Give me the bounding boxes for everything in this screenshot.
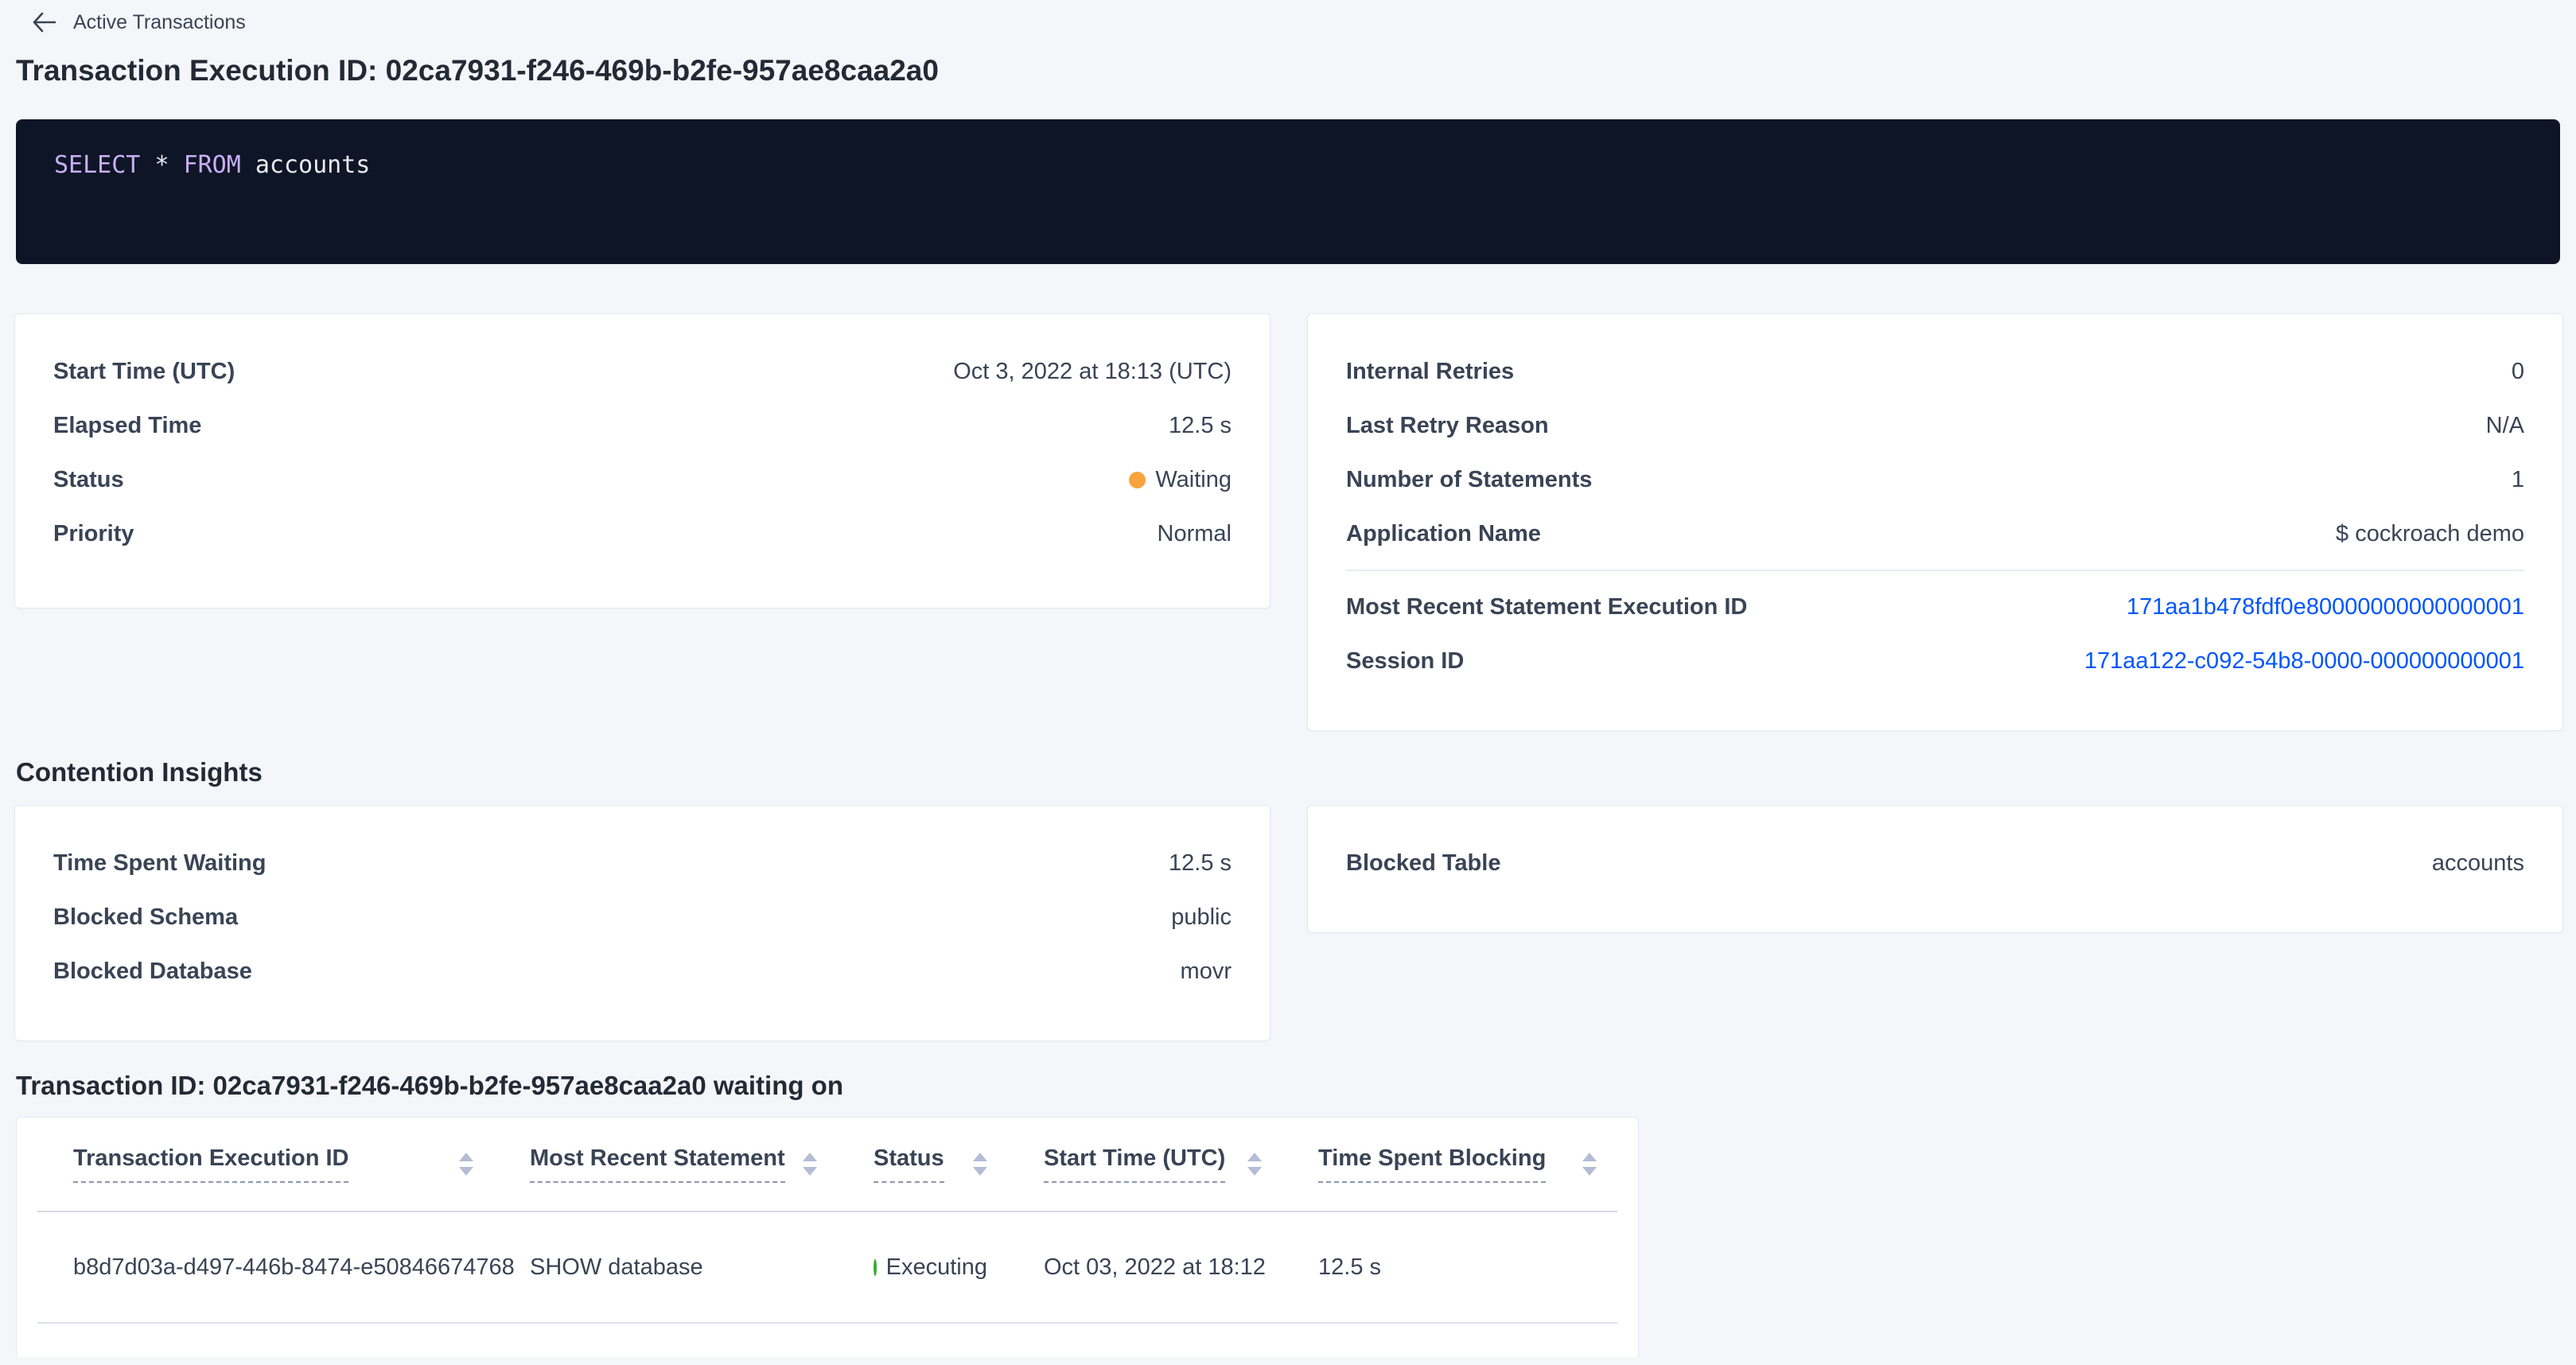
row-value: Normal	[1158, 521, 1232, 547]
details-row-statement-execution-id: Most Recent Statement Execution ID 171aa…	[1308, 580, 2562, 634]
summary-row-elapsed-time: Elapsed Time 12.5 s	[15, 399, 1270, 453]
row-value: Oct 3, 2022 at 18:13 (UTC)	[953, 359, 1232, 385]
row-value: movr	[1181, 959, 1232, 985]
row-value: 12.5 s	[1169, 413, 1232, 439]
status-waiting-dot-icon	[1129, 472, 1146, 488]
transaction-details-card: Internal Retries 0 Last Retry Reason N/A…	[1307, 313, 2563, 731]
contention-left-card: Time Spent Waiting 12.5 s Blocked Schema…	[14, 805, 1270, 1041]
column-header-most-recent-statement[interactable]: Most Recent Statement	[494, 1118, 838, 1211]
execution-summary-card: Start Time (UTC) Oct 3, 2022 at 18:13 (U…	[14, 313, 1270, 609]
row-label: Blocked Database	[53, 959, 252, 985]
cell-transaction-execution-id: b8d7d03a-d497-446b-8474-e50846674768	[37, 1211, 494, 1323]
row-label: Priority	[53, 521, 134, 547]
summary-row-priority: Priority Normal	[15, 507, 1270, 561]
row-label: Internal Retries	[1346, 359, 1514, 385]
contention-row-blocked-schema: Blocked Schema public	[15, 890, 1270, 944]
row-label: Blocked Table	[1346, 850, 1500, 877]
sort-icon[interactable]	[973, 1153, 987, 1176]
sql-star: *	[154, 151, 169, 179]
contention-row-time-spent-waiting: Time Spent Waiting 12.5 s	[15, 836, 1270, 890]
sort-icon[interactable]	[1247, 1153, 1262, 1176]
session-id-link[interactable]: 171aa122-c092-54b8-0000-000000000001	[2084, 648, 2524, 675]
sort-icon[interactable]	[1582, 1153, 1597, 1176]
table-header-row: Transaction Execution ID Most Recent Sta…	[37, 1118, 1617, 1211]
details-row-last-retry-reason: Last Retry Reason N/A	[1308, 399, 2562, 453]
row-label: Number of Statements	[1346, 467, 1592, 493]
statement-execution-id-link[interactable]: 171aa1b478fdf0e80000000000000001	[2127, 594, 2524, 620]
column-header-start-time[interactable]: Start Time (UTC)	[1008, 1118, 1282, 1211]
card-divider	[1346, 570, 2524, 571]
column-header-status[interactable]: Status	[838, 1118, 1008, 1211]
status-text: Executing	[886, 1254, 987, 1281]
cell-most-recent-statement: SHOW database	[494, 1211, 838, 1323]
column-header-transaction-execution-id[interactable]: Transaction Execution ID	[37, 1118, 494, 1211]
details-row-session-id: Session ID 171aa122-c092-54b8-0000-00000…	[1308, 634, 2562, 688]
active-transaction-details-page: Active Transactions Transaction Executio…	[0, 0, 2576, 1365]
status-value: Waiting	[1129, 467, 1232, 493]
status-text: Waiting	[1155, 467, 1232, 493]
contention-row-blocked-database: Blocked Database movr	[15, 944, 1270, 998]
status-executing-dot-icon	[874, 1259, 877, 1276]
details-row-internal-retries: Internal Retries 0	[1308, 344, 2562, 399]
details-row-number-of-statements: Number of Statements 1	[1308, 453, 2562, 507]
sort-icon[interactable]	[803, 1153, 817, 1176]
row-value: public	[1171, 904, 1232, 931]
row-label: Status	[53, 467, 124, 493]
waiting-on-heading: Transaction ID: 02ca7931-f246-469b-b2fe-…	[16, 1071, 843, 1101]
page-title: Transaction Execution ID: 02ca7931-f246-…	[16, 54, 939, 88]
row-value: 1	[2512, 467, 2524, 493]
row-label: Start Time (UTC)	[53, 359, 235, 385]
row-label: Most Recent Statement Execution ID	[1346, 594, 1747, 620]
row-label: Elapsed Time	[53, 413, 201, 439]
cell-start-time: Oct 03, 2022 at 18:12	[1008, 1211, 1282, 1323]
row-value: accounts	[2432, 850, 2524, 877]
sql-statement-box: SELECT * FROM accounts	[16, 119, 2560, 264]
sql-table-name: accounts	[255, 151, 371, 179]
table-row: b8d7d03a-d497-446b-8474-e50846674768 SHO…	[37, 1211, 1617, 1323]
contention-insights-heading: Contention Insights	[16, 757, 263, 788]
summary-row-status: Status Waiting	[15, 453, 1270, 507]
row-value: N/A	[2486, 413, 2524, 439]
row-label: Session ID	[1346, 648, 1464, 675]
cell-status: Executing	[838, 1211, 1008, 1323]
back-arrow-icon	[32, 12, 56, 33]
row-value: $ cockroach demo	[2336, 521, 2524, 547]
waiting-on-table-card: Transaction Execution ID Most Recent Sta…	[16, 1117, 1639, 1357]
details-row-application-name: Application Name $ cockroach demo	[1308, 507, 2562, 561]
column-header-time-spent-blocking[interactable]: Time Spent Blocking	[1282, 1118, 1617, 1211]
sql-keyword-select: SELECT	[54, 151, 140, 179]
row-label: Application Name	[1346, 521, 1541, 547]
row-label: Blocked Schema	[53, 904, 238, 931]
row-value: 12.5 s	[1169, 850, 1232, 877]
contention-row-blocked-table: Blocked Table accounts	[1308, 836, 2562, 890]
sql-keyword-from: FROM	[184, 151, 241, 179]
row-value: 0	[2512, 359, 2524, 385]
back-link-label: Active Transactions	[73, 11, 246, 34]
contention-right-card: Blocked Table accounts	[1307, 805, 2563, 933]
sort-icon[interactable]	[459, 1153, 473, 1176]
waiting-on-table: Transaction Execution ID Most Recent Sta…	[37, 1118, 1617, 1324]
summary-row-start-time: Start Time (UTC) Oct 3, 2022 at 18:13 (U…	[15, 344, 1270, 399]
cell-time-spent-blocking: 12.5 s	[1282, 1211, 1617, 1323]
row-label: Last Retry Reason	[1346, 413, 1549, 439]
back-link-active-transactions[interactable]: Active Transactions	[32, 8, 246, 37]
row-label: Time Spent Waiting	[53, 850, 266, 877]
